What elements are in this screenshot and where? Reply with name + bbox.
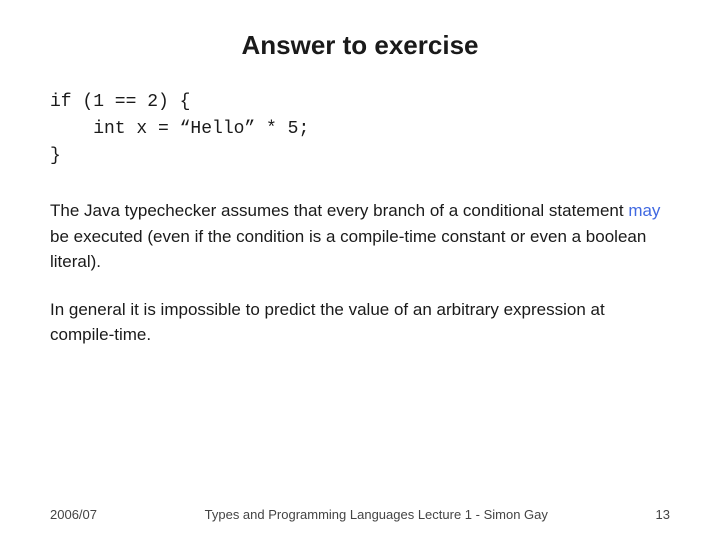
slide-title: Answer to exercise — [50, 30, 670, 61]
footer-year: 2006/07 — [50, 507, 97, 522]
footer-page: 13 — [656, 507, 670, 522]
paragraph1: The Java typechecker assumes that every … — [50, 198, 670, 275]
code-line1: if (1 == 2) { — [50, 92, 190, 112]
paragraph2: In general it is impossible to predict t… — [50, 297, 670, 348]
slide-footer: 2006/07 Types and Programming Languages … — [50, 507, 670, 522]
code-line2: int x = “Hello” * 5; — [50, 119, 309, 139]
paragraph1-part1: The Java typechecker assumes that every … — [50, 201, 628, 220]
footer-course: Types and Programming Languages Lecture … — [205, 507, 548, 522]
paragraph1-highlight: may — [628, 201, 660, 220]
code-line3: } — [50, 146, 61, 166]
slide: Answer to exercise if (1 == 2) { int x =… — [0, 0, 720, 540]
paragraph1-part2: be executed (even if the condition is a … — [50, 227, 646, 272]
code-block: if (1 == 2) { int x = “Hello” * 5; } — [50, 89, 670, 170]
